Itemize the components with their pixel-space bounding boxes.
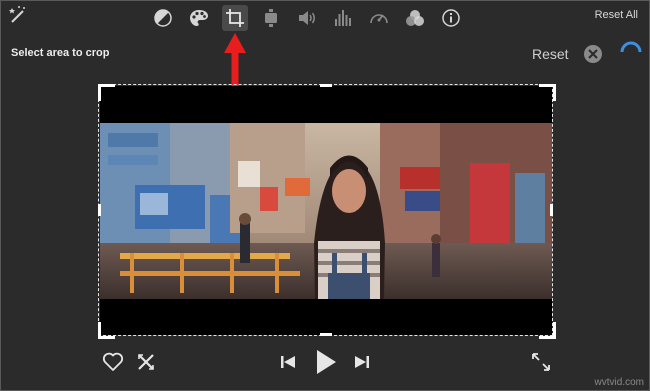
crop-instruction: Select area to crop (11, 47, 110, 59)
apply-crop-icon[interactable] (620, 40, 642, 54)
crop-icon[interactable] (222, 5, 248, 31)
magic-wand-icon[interactable] (6, 4, 28, 26)
heart-icon[interactable] (102, 352, 124, 372)
video-frame (100, 123, 552, 299)
play-icon[interactable] (315, 349, 337, 375)
color-correction-icon[interactable] (186, 5, 212, 31)
stabilization-icon[interactable] (258, 5, 284, 31)
crop-handle-left[interactable] (98, 204, 101, 216)
video-viewer[interactable] (100, 86, 552, 335)
crop-handle-bottom-left[interactable] (98, 322, 115, 339)
volume-icon[interactable] (294, 5, 320, 31)
crop-handle-bottom[interactable] (320, 333, 332, 336)
clip-filter-icon[interactable] (402, 5, 428, 31)
close-icon (588, 49, 598, 59)
noise-reduction-icon[interactable] (330, 5, 356, 31)
speed-icon[interactable] (366, 5, 392, 31)
adjustments-toolbar: Reset All (0, 0, 650, 36)
color-balance-icon[interactable] (150, 5, 176, 31)
crop-handle-bottom-right[interactable] (539, 322, 556, 339)
info-icon[interactable] (438, 5, 464, 31)
watermark: wvtvid.com (594, 377, 644, 388)
skip-forward-icon[interactable] (354, 354, 370, 370)
crop-handle-top-right[interactable] (539, 84, 556, 101)
skip-back-icon[interactable] (280, 354, 296, 370)
reset-crop-button[interactable]: Reset (532, 46, 569, 62)
crop-handle-right[interactable] (550, 204, 553, 216)
reject-icon[interactable] (136, 352, 156, 372)
fullscreen-icon[interactable] (530, 351, 552, 373)
crop-handle-top[interactable] (320, 84, 332, 87)
crop-handle-top-left[interactable] (98, 84, 115, 101)
reset-all-button[interactable]: Reset All (595, 9, 638, 21)
playback-controls (0, 344, 650, 384)
close-crop-button[interactable] (584, 45, 602, 63)
